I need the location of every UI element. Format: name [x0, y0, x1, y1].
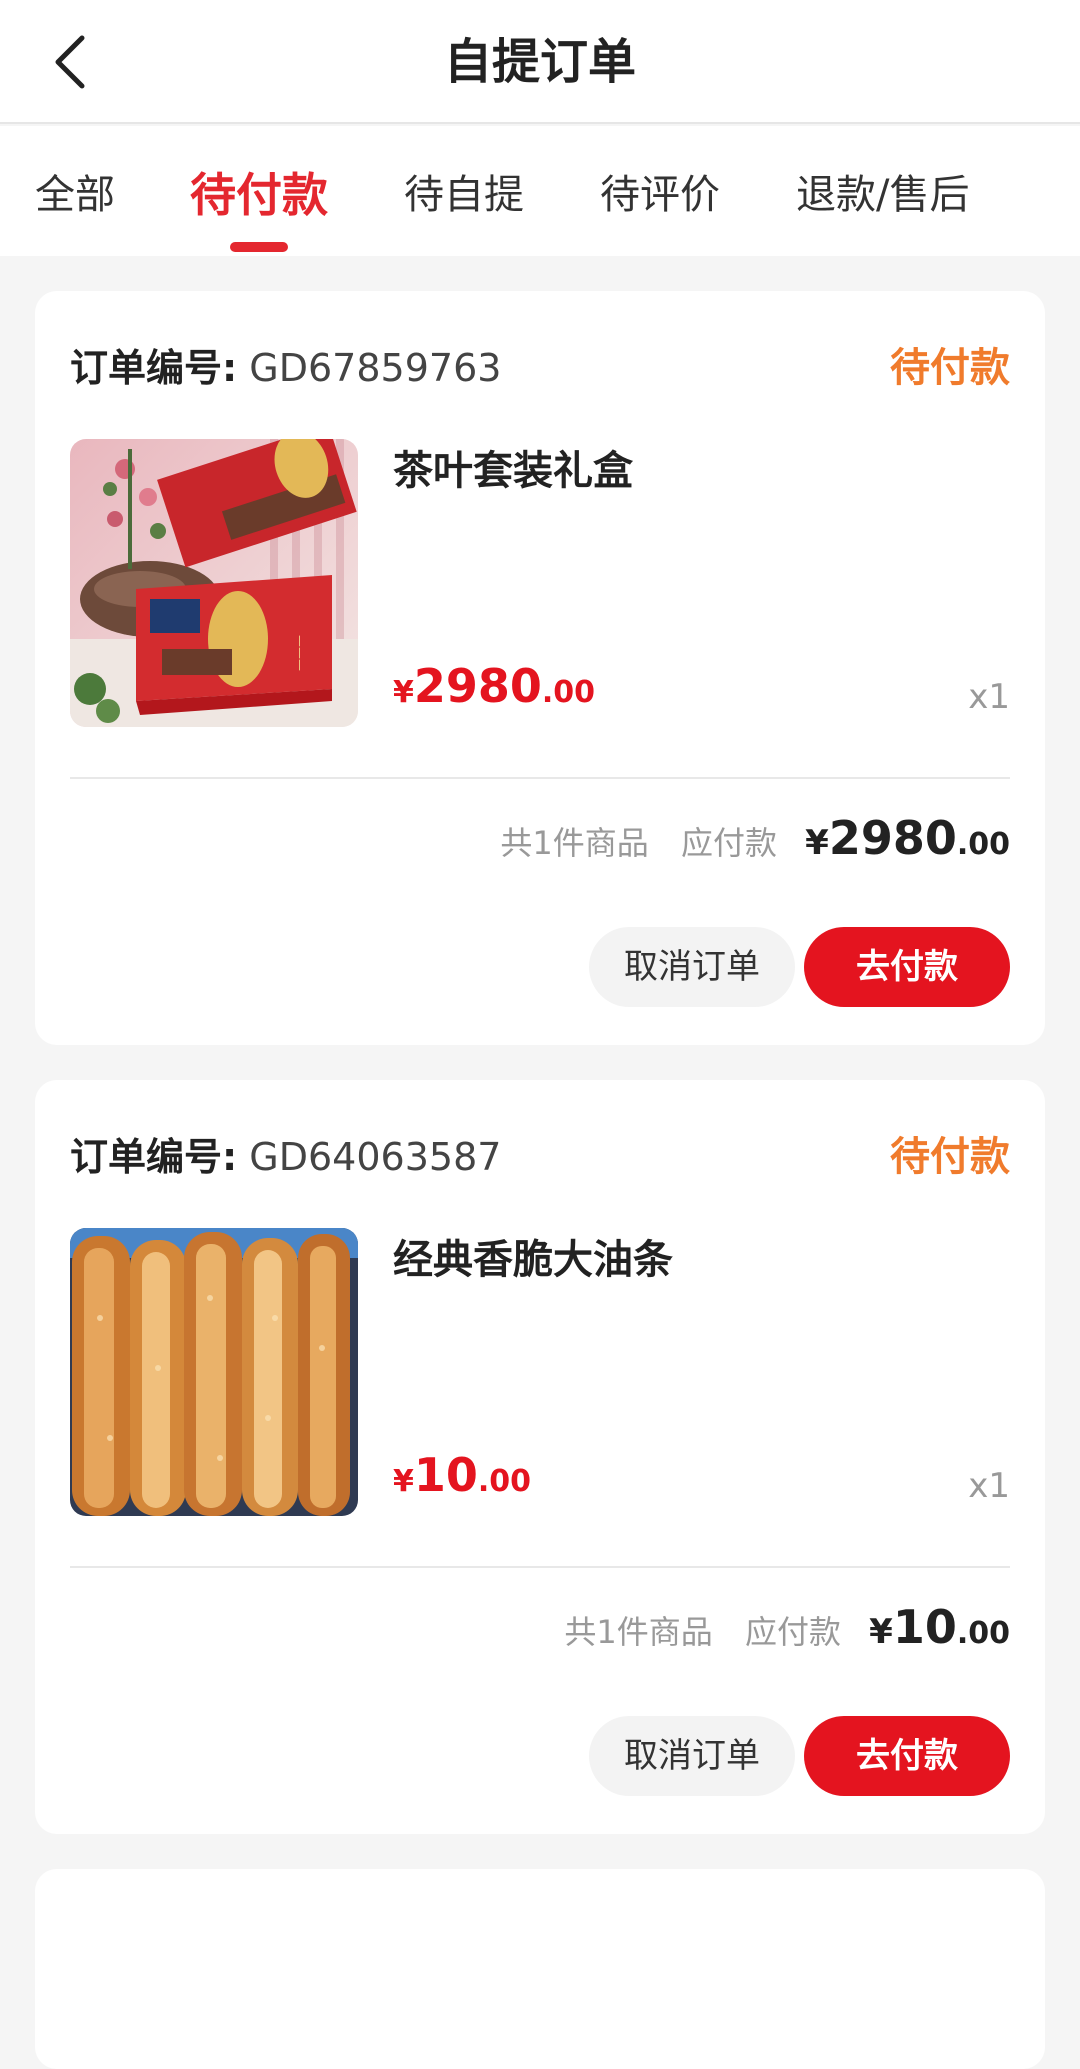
total-integer: 2980 — [828, 811, 957, 865]
product-quantity: x1 — [968, 1466, 1010, 1506]
total-decimal: .00 — [956, 827, 1010, 862]
cancel-order-button[interactable]: 取消订单 — [589, 927, 795, 1007]
active-tab-indicator — [230, 242, 288, 252]
price-integer: 2980 — [413, 659, 542, 713]
order-status-badge: 待付款 — [890, 345, 1010, 391]
order-status-tabs: 全部 待付款 待自提 待评价 退款/售后 — [0, 126, 1080, 256]
tea-gift-box-image[interactable]: ——— — [70, 439, 358, 727]
amount-due-label: 应付款 — [680, 824, 777, 862]
tab-all[interactable]: 全部 — [35, 126, 115, 256]
order-card[interactable]: 订单编号: GD67859763 待付款 ——— 茶叶套装礼盒 ¥2980.00… — [35, 291, 1045, 1045]
cancel-order-button[interactable]: 取消订单 — [589, 1716, 795, 1796]
product-image-art — [70, 1228, 358, 1516]
price-integer: 10 — [413, 1448, 478, 1502]
order-number-value: GD64063587 — [249, 1135, 502, 1179]
tab-pending-pickup[interactable]: 待自提 — [404, 126, 524, 256]
product-quantity: x1 — [968, 677, 1010, 717]
pay-button[interactable]: 去付款 — [804, 927, 1010, 1007]
pay-button[interactable]: 去付款 — [804, 1716, 1010, 1796]
price-decimal: .00 — [541, 675, 596, 710]
product-name[interactable]: 经典香脆大油条 — [393, 1232, 673, 1288]
divider — [70, 777, 1010, 779]
product-image-art: ——— — [70, 439, 358, 727]
total-decimal: .00 — [956, 1616, 1010, 1651]
order-number-label: 订单编号: — [70, 346, 238, 390]
fried-dough-sticks-image[interactable] — [70, 1228, 358, 1516]
amount-due-label: 应付款 — [744, 1613, 841, 1651]
amount-due: ¥10.00 — [869, 1600, 1010, 1654]
item-count: 共1件商品 — [564, 1613, 713, 1651]
order-card[interactable]: 订单编号: GD64063587 待付款 经典香脆大油条 ¥10.00 x1 共… — [35, 1080, 1045, 1834]
divider — [70, 1566, 1010, 1568]
product-price: ¥10.00 — [393, 1448, 531, 1502]
order-number: 订单编号: GD64063587 — [70, 1132, 501, 1182]
order-summary: 共1件商品 应付款 ¥2980.00 — [500, 811, 1010, 865]
order-card[interactable] — [35, 1869, 1045, 2069]
order-number: 订单编号: GD67859763 — [70, 343, 501, 393]
order-number-label: 订单编号: — [70, 1135, 238, 1179]
product-price: ¥2980.00 — [393, 659, 595, 713]
app-header: 自提订单 — [0, 0, 1080, 124]
price-currency: ¥ — [393, 675, 414, 710]
tab-pending-payment[interactable]: 待付款 — [190, 126, 328, 256]
order-status-badge: 待付款 — [890, 1134, 1010, 1180]
price-decimal: .00 — [477, 1464, 532, 1499]
total-integer: 10 — [892, 1600, 957, 1654]
order-number-value: GD67859763 — [249, 346, 502, 390]
total-currency: ¥ — [869, 1612, 893, 1652]
page-title: 自提订单 — [443, 34, 636, 90]
tab-refund-aftersale[interactable]: 退款/售后 — [796, 126, 969, 256]
tab-pending-review[interactable]: 待评价 — [600, 126, 720, 256]
item-count: 共1件商品 — [500, 824, 649, 862]
total-currency: ¥ — [805, 823, 829, 863]
svg-text:———: ——— — [293, 635, 307, 671]
product-name[interactable]: 茶叶套装礼盒 — [393, 443, 633, 499]
price-currency: ¥ — [393, 1464, 414, 1499]
order-summary: 共1件商品 应付款 ¥10.00 — [564, 1600, 1010, 1654]
amount-due: ¥2980.00 — [805, 811, 1010, 865]
